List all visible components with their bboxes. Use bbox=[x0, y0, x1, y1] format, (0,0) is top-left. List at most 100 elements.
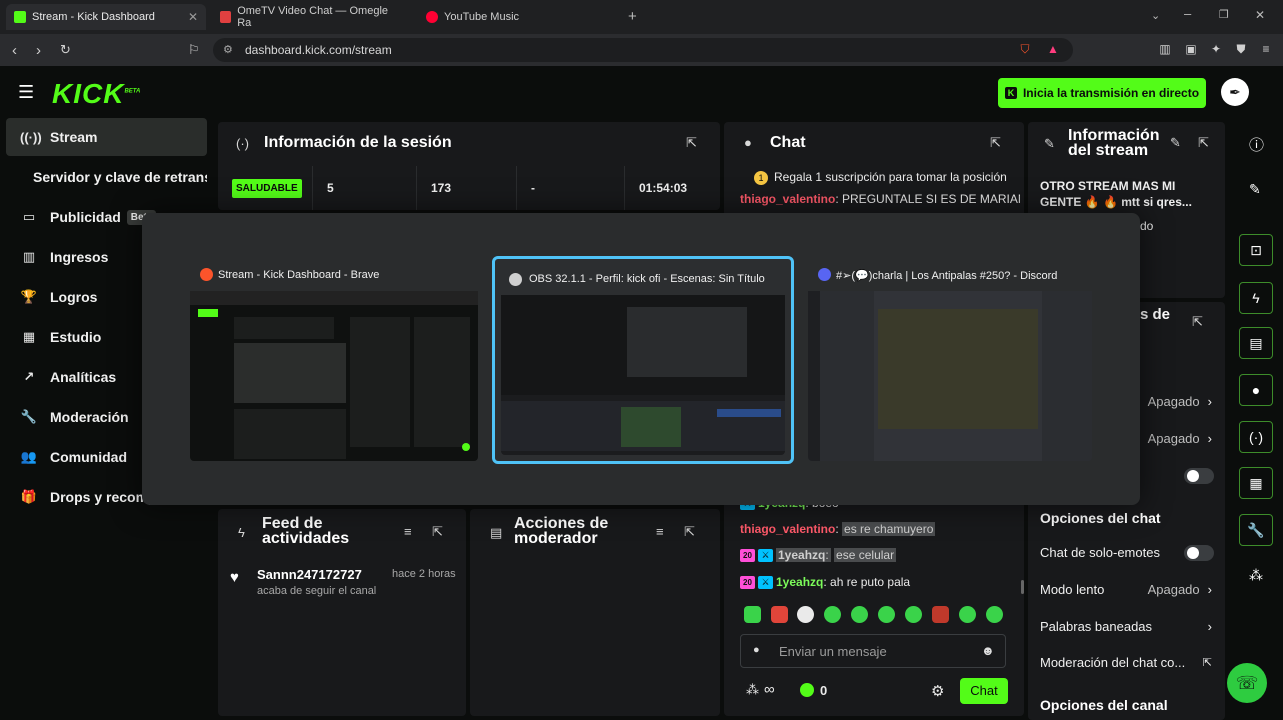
switcher-window-obs[interactable]: OBS 32.1.1 - Perfil: kick ofi - Escenas:… bbox=[492, 256, 794, 464]
menu-icon[interactable]: ≡ bbox=[1259, 42, 1273, 56]
studio-icon: ▦ bbox=[22, 329, 36, 344]
chat-options-heading: Opciones del chat bbox=[1040, 510, 1161, 526]
chat-settings-gear-icon[interactable]: ⚙ bbox=[931, 682, 944, 700]
sidebar-toggle-icon[interactable]: ▥ bbox=[1158, 42, 1172, 56]
emote-icon[interactable] bbox=[959, 606, 976, 623]
moderator-badge-icon: ⚔ bbox=[758, 549, 773, 563]
broadcast-icon: ((·)) bbox=[20, 129, 42, 145]
filter-icon[interactable]: ≡ bbox=[404, 524, 412, 539]
pin-icon: ✎ bbox=[1044, 136, 1055, 151]
emote-icon[interactable] bbox=[905, 606, 922, 623]
popout-icon[interactable]: ⇱ bbox=[684, 524, 695, 540]
kick-logo[interactable]: KICKBETA bbox=[52, 78, 140, 110]
rail-button-wrench[interactable]: 🔧 bbox=[1239, 514, 1273, 546]
emote-icon[interactable] bbox=[797, 606, 814, 623]
feed-timestamp: hace 2 horas bbox=[392, 568, 456, 580]
emote-icon[interactable] bbox=[851, 606, 868, 623]
sidebar-item-server-key[interactable]: Servidor y clave de retransmisión bbox=[6, 158, 207, 196]
session-info-panel: (·) Información de la sesión ⇱ SALUDABLE… bbox=[218, 122, 720, 210]
rail-button-capture[interactable]: ⊡ bbox=[1239, 234, 1273, 266]
feed-event-text: acaba de seguir el canal bbox=[257, 585, 377, 597]
tab-youtube-music[interactable]: YouTube Music bbox=[418, 4, 598, 30]
go-live-button[interactable]: K Inicia la transmisión en directo bbox=[998, 78, 1206, 108]
stat-cell: 173 bbox=[417, 166, 517, 210]
popout-icon[interactable]: ⇱ bbox=[686, 135, 697, 151]
brave-shields-icon[interactable]: ⛉ bbox=[1018, 42, 1032, 56]
minimize-icon[interactable]: – bbox=[1184, 6, 1191, 21]
maximize-icon[interactable]: ❐ bbox=[1219, 8, 1229, 21]
rail-button-document[interactable]: ▤ bbox=[1239, 327, 1273, 359]
popout-icon[interactable]: ⇱ bbox=[1192, 314, 1203, 330]
switcher-window-discord[interactable]: #➢(💬)charla | Los Antipalas #250? - Disc… bbox=[808, 261, 1092, 461]
new-tab-icon[interactable]: + bbox=[628, 8, 637, 25]
trophy-icon: 🏆 bbox=[20, 289, 38, 304]
chevron-right-icon: › bbox=[1207, 582, 1212, 597]
health-status-badge: SALUDABLE bbox=[232, 178, 302, 198]
emote-only-toggle[interactable] bbox=[1184, 545, 1214, 561]
close-window-icon[interactable]: ✕ bbox=[1255, 8, 1265, 22]
edit-icon[interactable]: ✎ bbox=[1249, 181, 1261, 198]
emote-icon[interactable] bbox=[771, 606, 788, 623]
slow-mode-row[interactable]: Modo lento Apagado › bbox=[1040, 582, 1212, 597]
url-input[interactable]: ⚙ dashboard.kick.com/stream bbox=[213, 38, 1073, 62]
setting-toggle[interactable] bbox=[1184, 468, 1214, 484]
chat-moderation-row[interactable]: Moderación del chat co... ⇱ bbox=[1040, 655, 1212, 670]
banned-words-row[interactable]: Palabras baneadas › bbox=[1040, 619, 1212, 634]
emote-icon[interactable] bbox=[878, 606, 895, 623]
filter-icon[interactable]: ≡ bbox=[656, 524, 664, 539]
back-icon[interactable]: ‹ bbox=[12, 42, 17, 59]
panel-title: Chat bbox=[770, 134, 806, 151]
pinned-gift-banner[interactable]: 1 Regala 1 suscripción para tomar la posi… bbox=[754, 170, 1016, 185]
stat-cell: - bbox=[517, 166, 625, 210]
emote-icon[interactable] bbox=[744, 606, 761, 623]
moderator-badge-icon: ⚔ bbox=[758, 576, 773, 590]
kick-favicon-icon bbox=[14, 11, 26, 23]
tab-label: YouTube Music bbox=[444, 11, 520, 23]
panel-title: Acciones de moderador bbox=[514, 515, 609, 547]
send-chat-button[interactable]: Chat bbox=[960, 678, 1008, 704]
popout-icon[interactable]: ⇱ bbox=[990, 135, 1001, 151]
sidebar-item-stream[interactable]: ((·)) Stream bbox=[6, 118, 207, 156]
url-text: dashboard.kick.com/stream bbox=[245, 43, 392, 57]
bookmark-icon[interactable]: ⚐ bbox=[188, 42, 200, 58]
rail-button-layout[interactable]: ▦ bbox=[1239, 467, 1273, 499]
rail-button-broadcast[interactable]: (·) bbox=[1239, 421, 1273, 453]
rail-button-chat[interactable]: ● bbox=[1239, 374, 1273, 406]
chat-message-input[interactable]: ● Enviar un mensaje ☻ bbox=[740, 634, 1006, 668]
tab-kick-dashboard[interactable]: Stream - Kick Dashboard ✕ bbox=[6, 4, 206, 30]
site-settings-icon[interactable]: ⚙ bbox=[223, 38, 233, 62]
wallet-icon[interactable]: ▣ bbox=[1184, 42, 1198, 56]
browser-tab-bar: Stream - Kick Dashboard ✕ OmeTV Video Ch… bbox=[0, 0, 1283, 34]
tab-ometv[interactable]: OmeTV Video Chat — Omegle Ra bbox=[212, 4, 402, 30]
stream-category-partial: do bbox=[1140, 219, 1154, 233]
edit-pencil-icon[interactable]: ✎ bbox=[1170, 135, 1181, 151]
info-icon[interactable]: ⓘ bbox=[1249, 134, 1264, 155]
emote-icon[interactable] bbox=[986, 606, 1003, 623]
tab-label: OmeTV Video Chat — Omegle Ra bbox=[237, 5, 389, 29]
popout-icon[interactable]: ⇱ bbox=[432, 524, 443, 540]
popout-icon[interactable]: ⇱ bbox=[1198, 135, 1209, 151]
rail-button-lightning[interactable]: ϟ bbox=[1239, 282, 1273, 314]
extensions-icon[interactable]: ✦ bbox=[1209, 42, 1223, 56]
points-icon[interactable]: ⁂ bbox=[1249, 567, 1263, 584]
hamburger-menu-icon[interactable]: ☰ bbox=[18, 82, 34, 103]
emote-icon[interactable] bbox=[932, 606, 949, 623]
close-tab-icon[interactable]: ✕ bbox=[188, 10, 198, 24]
emoji-picker-icon[interactable]: ☻ bbox=[981, 643, 995, 658]
panel-title: Información del stream bbox=[1068, 127, 1160, 159]
user-avatar[interactable]: ✒ bbox=[1221, 78, 1249, 106]
emote-icon[interactable] bbox=[824, 606, 841, 623]
switcher-window-brave[interactable]: Stream - Kick Dashboard - Brave bbox=[190, 261, 478, 461]
obs-icon bbox=[509, 273, 522, 286]
support-chat-icon[interactable]: ☏ bbox=[1227, 663, 1267, 703]
channel-options-heading: Opciones del canal bbox=[1040, 697, 1168, 713]
stream-title-text: OTRO STREAM MAS MI GENTE 🔥 🔥 mtt si qres… bbox=[1040, 179, 1192, 209]
reload-icon[interactable]: ↻ bbox=[60, 42, 71, 58]
brave-rewards-icon[interactable]: ▲ bbox=[1046, 42, 1060, 56]
chat-mode-icon[interactable]: ● bbox=[753, 644, 760, 656]
vpn-icon[interactable]: ⛊ bbox=[1234, 42, 1248, 56]
chat-scrollbar[interactable] bbox=[1021, 580, 1024, 594]
forward-icon[interactable]: › bbox=[36, 42, 41, 59]
brave-icon bbox=[200, 268, 213, 281]
tab-list-chevron-icon[interactable]: ⌄ bbox=[1151, 9, 1160, 22]
